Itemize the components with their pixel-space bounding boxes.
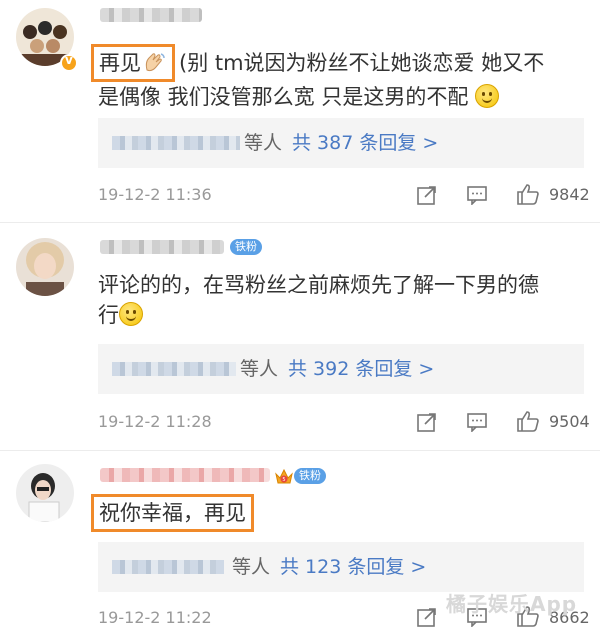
watermark: 橘子娱乐App: [446, 592, 578, 616]
like-count: 9504: [549, 412, 590, 431]
comment-1: 再见(别 tm说因为粉丝不让她谈恋爱 她又不 是偶像 我们没管那么宽 只是这男的…: [0, 0, 600, 222]
fan-badge: 铁粉: [230, 239, 262, 255]
reply-preview[interactable]: 等人共 392 条回复 >: [98, 344, 584, 394]
username-blurred[interactable]: [100, 8, 202, 22]
comment-icon[interactable]: [466, 412, 488, 432]
smile-emoji-icon: [475, 84, 500, 108]
highlight-box: 祝你幸福，再见: [91, 494, 254, 532]
timestamp: 19-12-2 11:28: [98, 412, 212, 431]
reply-preview[interactable]: 等人共 387 条回复 >: [98, 118, 584, 168]
waving-hand-icon: [145, 53, 165, 72]
share-icon[interactable]: [416, 606, 438, 628]
share-icon[interactable]: [416, 411, 438, 433]
reply-users-blurred: [112, 362, 236, 376]
timestamp: 19-12-2 11:36: [98, 185, 212, 204]
avatar[interactable]: [16, 464, 74, 522]
comment-text: 评论的的，在骂粉丝之前麻烦先了解一下男的德 行: [98, 273, 539, 327]
reply-count-link[interactable]: 共 123 条回复 >: [280, 556, 426, 578]
reply-users-blurred: [112, 560, 224, 574]
thumbs-up-icon[interactable]: [516, 183, 540, 205]
comment-2: 铁粉 评论的的，在骂粉丝之前麻烦先了解一下男的德 行 等人共 392 条回复 >…: [0, 222, 600, 450]
reply-count-link[interactable]: 共 387 条回复 >: [292, 132, 438, 154]
comment-icon[interactable]: [466, 185, 488, 205]
thumbs-up-icon[interactable]: [516, 410, 540, 432]
reply-who: 等人: [240, 358, 279, 380]
comment-text: 祝你幸福，再见: [91, 494, 578, 532]
fan-badge: 铁粉: [294, 468, 326, 484]
highlight-box: 再见: [91, 44, 175, 82]
crown-level-icon: 5: [275, 468, 293, 484]
reply-users-blurred: [112, 136, 240, 150]
reply-who: 等人: [244, 132, 283, 154]
reply-preview[interactable]: 等人共 123 条回复 >: [98, 542, 584, 592]
share-icon[interactable]: [416, 184, 438, 206]
reply-count-link[interactable]: 共 392 条回复 >: [288, 358, 434, 380]
like-count: 9842: [549, 185, 590, 204]
smile-emoji-icon: [119, 302, 143, 326]
comment-text: 再见 (别 tm说因为粉丝不让她谈恋爱 她又不 是偶像 我们没管那么宽 只是这男的…: [91, 44, 578, 112]
username-blurred[interactable]: [100, 240, 224, 254]
avatar[interactable]: [16, 238, 74, 296]
svg-text:5: 5: [282, 477, 285, 483]
timestamp: 19-12-2 11:22: [98, 608, 212, 627]
reply-who: 等人: [232, 556, 271, 578]
verified-badge-icon: [60, 53, 78, 72]
username-blurred[interactable]: [100, 468, 270, 482]
